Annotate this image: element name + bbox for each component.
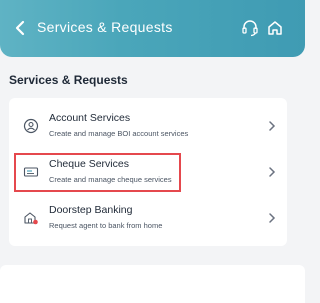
support-button[interactable] bbox=[240, 18, 260, 38]
headset-icon bbox=[242, 20, 258, 37]
page-title: Services & Requests bbox=[37, 19, 173, 35]
service-item-doorstep[interactable]: Doorstep Banking Request agent to bank f… bbox=[9, 196, 287, 240]
section-title: Services & Requests bbox=[9, 73, 128, 87]
service-item-cheque[interactable]: Cheque Services Create and manage cheque… bbox=[9, 150, 287, 194]
chevron-right-icon bbox=[269, 121, 276, 131]
service-title: Account Services bbox=[49, 112, 131, 124]
chevron-right-icon bbox=[269, 167, 276, 177]
service-title: Cheque Services bbox=[49, 158, 129, 170]
chevron-right-icon bbox=[269, 213, 276, 223]
doorstep-icon bbox=[24, 212, 38, 225]
app-header: Services & Requests bbox=[0, 0, 305, 57]
service-subtitle: Create and manage cheque services bbox=[49, 175, 172, 184]
service-title: Doorstep Banking bbox=[49, 204, 133, 216]
cheque-icon bbox=[23, 167, 39, 177]
arrow-left-icon bbox=[15, 20, 25, 36]
services-card: Account Services Create and manage BOI a… bbox=[9, 98, 287, 246]
home-icon bbox=[268, 21, 282, 35]
service-subtitle: Create and manage BOI account services bbox=[49, 129, 189, 138]
bottom-card bbox=[0, 265, 305, 303]
service-item-account[interactable]: Account Services Create and manage BOI a… bbox=[9, 104, 287, 148]
back-button[interactable] bbox=[10, 17, 30, 39]
account-icon bbox=[23, 118, 39, 134]
service-subtitle: Request agent to bank from home bbox=[49, 221, 163, 230]
home-button[interactable] bbox=[265, 18, 285, 38]
